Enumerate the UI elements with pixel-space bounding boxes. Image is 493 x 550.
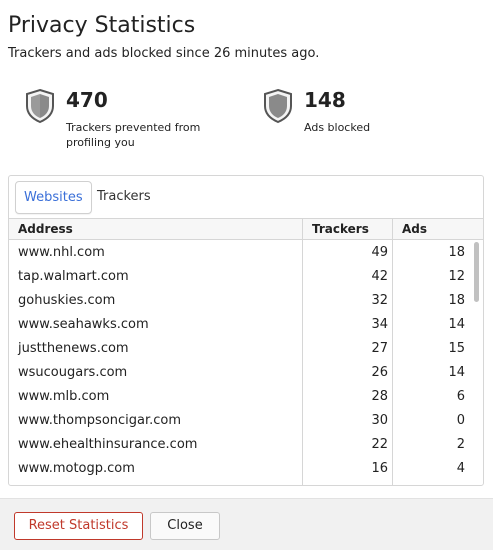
dialog-footer: Reset Statistics Close: [0, 498, 493, 550]
trackers-cell: 28: [371, 389, 388, 404]
address-cell: www.thompsoncigar.com: [18, 413, 182, 428]
ads-cell: 2: [456, 437, 465, 452]
trackers-cell: 32: [371, 293, 388, 308]
table-row[interactable]: www.thompsoncigar.com 30 0: [9, 409, 483, 433]
page-title: Privacy Statistics: [8, 13, 196, 38]
ads-cell: 18: [448, 293, 465, 308]
table-row[interactable]: www.seahawks.com 34 14: [9, 313, 483, 337]
ads-cell: 14: [448, 365, 465, 380]
ads-count: 148: [304, 88, 346, 112]
header: Privacy Statistics Trackers and ads bloc…: [8, 12, 485, 61]
trackers-cell: 22: [371, 437, 388, 452]
column-header-trackers[interactable]: Trackers: [312, 219, 369, 240]
ads-cell: 4: [456, 461, 465, 476]
shield-icon: [26, 88, 54, 124]
reset-statistics-button[interactable]: Reset Statistics: [14, 512, 143, 540]
trackers-cell: 49: [371, 245, 388, 260]
table-row[interactable]: www.ehealthinsurance.com 22 2: [9, 433, 483, 457]
trackers-cell: 34: [371, 317, 388, 332]
trackers-label: Trackers prevented from profiling you: [66, 121, 201, 149]
trackers-count: 470: [66, 88, 108, 112]
ads-cell: 0: [456, 413, 465, 428]
table-row[interactable]: tap.walmart.com 42 12: [9, 265, 483, 289]
ads-cell: 15: [448, 341, 465, 356]
trackers-cell: 27: [371, 341, 388, 356]
table-row[interactable]: www.mlb.com 28 6: [9, 385, 483, 409]
page-subtitle: Trackers and ads blocked since 26 minute…: [8, 46, 320, 61]
address-cell: www.motogp.com: [18, 461, 135, 476]
ads-cell: 18: [448, 245, 465, 260]
column-header-address[interactable]: Address: [18, 219, 73, 240]
address-cell: www.seahawks.com: [18, 317, 149, 332]
ads-cell: 14: [448, 317, 465, 332]
address-cell: www.mlb.com: [18, 389, 110, 404]
trackers-cell: 42: [371, 269, 388, 284]
table-body: www.nhl.com 49 18 tap.walmart.com 42 12 …: [9, 241, 483, 481]
table-row[interactable]: wsucougars.com 26 14: [9, 361, 483, 385]
table-scrollbar[interactable]: [474, 242, 479, 302]
trackers-cell: 26: [371, 365, 388, 380]
table-row[interactable]: gohuskies.com 32 18: [9, 289, 483, 313]
table-header: Address Trackers Ads: [9, 219, 483, 240]
tab-websites[interactable]: Websites: [15, 181, 92, 214]
table-row[interactable]: www.nhl.com 49 18: [9, 241, 483, 265]
address-cell: www.ehealthinsurance.com: [18, 437, 198, 452]
close-button[interactable]: Close: [150, 512, 220, 540]
ads-label: Ads blocked: [304, 121, 371, 134]
stats-summary: 470 Trackers prevented from profiling yo…: [0, 86, 493, 156]
table-row[interactable]: www.motogp.com 16 4: [9, 457, 483, 481]
trackers-cell: 30: [371, 413, 388, 428]
trackers-cell: 16: [371, 461, 388, 476]
address-cell: www.nhl.com: [18, 245, 105, 260]
column-header-ads[interactable]: Ads: [402, 219, 427, 240]
ads-cell: 6: [456, 389, 465, 404]
table-row[interactable]: justthenews.com 27 15: [9, 337, 483, 361]
tab-bar: Websites Trackers: [9, 176, 483, 219]
shield-icon: [264, 88, 292, 124]
address-cell: gohuskies.com: [18, 293, 116, 308]
tab-trackers[interactable]: Trackers: [89, 181, 159, 214]
address-cell: tap.walmart.com: [18, 269, 129, 284]
address-cell: justthenews.com: [18, 341, 129, 356]
address-cell: wsucougars.com: [18, 365, 128, 380]
statistics-panel: Websites Trackers Address Trackers Ads w…: [8, 175, 484, 486]
ads-cell: 12: [448, 269, 465, 284]
